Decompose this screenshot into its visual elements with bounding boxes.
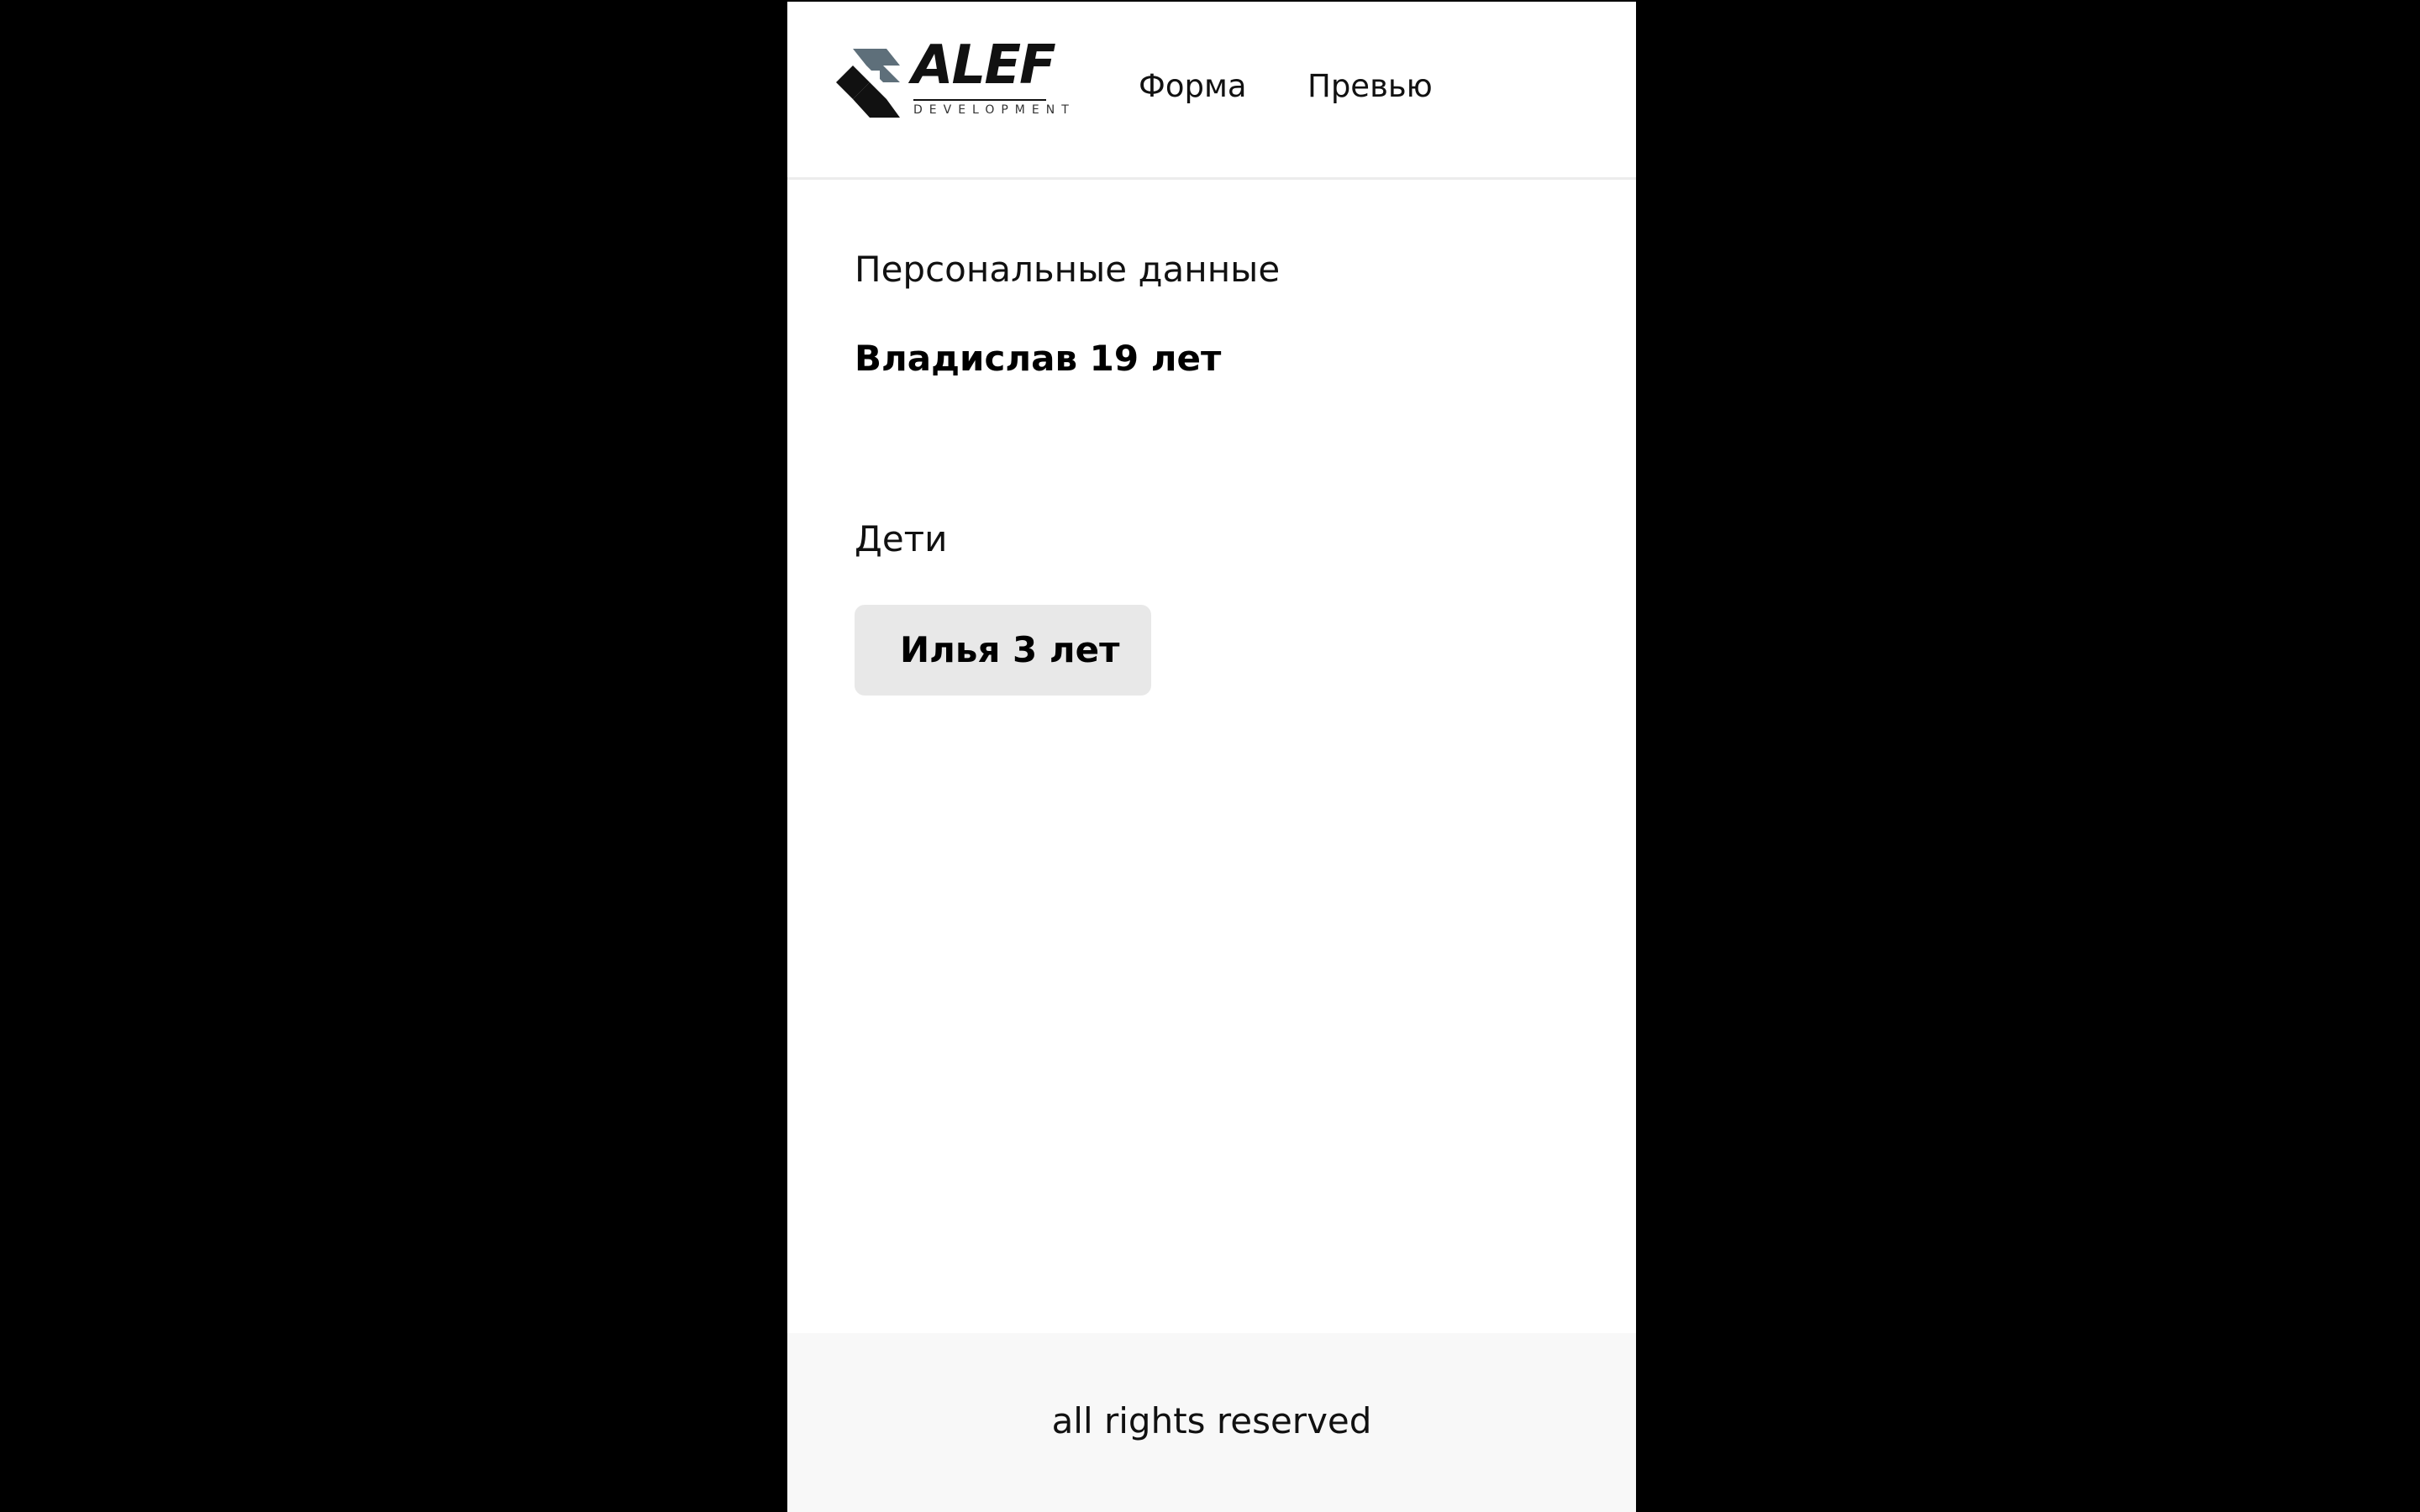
personal-data-value: Владислав 19 лет <box>855 338 1222 379</box>
nav-link-preview[interactable]: Превью <box>1307 71 1433 102</box>
app-viewport: ALEF DEVELOPMENT Форма Превью Персональн… <box>787 2 1636 1512</box>
personal-data-heading: Персональные данные <box>855 249 1281 290</box>
alef-logo[interactable]: ALEF DEVELOPMENT <box>836 39 1069 121</box>
logo-wordmark: ALEF <box>912 34 1056 97</box>
child-card-label: Илья 3 лет <box>900 629 1120 670</box>
nav-link-form[interactable]: Форма <box>1139 71 1247 102</box>
alef-logo-mark-icon <box>836 49 900 118</box>
site-footer: all rights reserved <box>787 1333 1636 1512</box>
logo-divider <box>913 99 1046 101</box>
site-header: ALEF DEVELOPMENT Форма Превью <box>787 2 1636 180</box>
child-card: Илья 3 лет <box>855 605 1151 696</box>
children-heading: Дети <box>855 518 948 559</box>
footer-copyright: all rights reserved <box>1051 1400 1372 1441</box>
logo-subtitle: DEVELOPMENT <box>913 103 1076 117</box>
